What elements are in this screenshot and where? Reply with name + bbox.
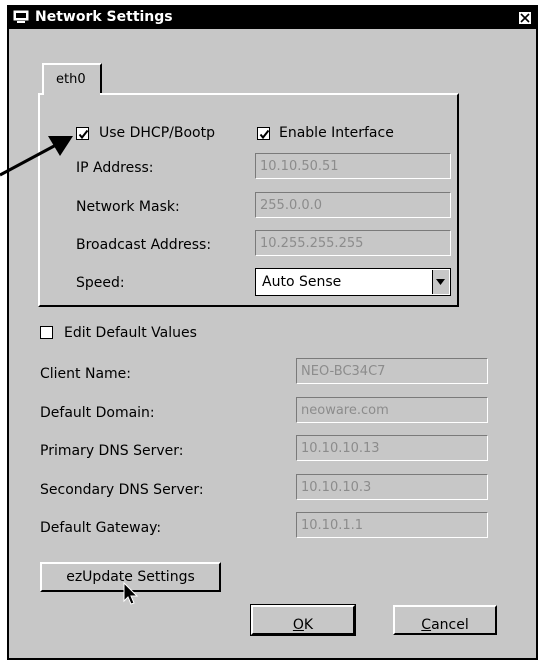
- enable-interface-label: Enable Interface: [279, 125, 394, 141]
- title-bar[interactable]: Network Settings: [9, 7, 536, 29]
- primary-dns-field[interactable]: 10.10.10.13: [296, 435, 488, 461]
- ok-button[interactable]: OK: [250, 604, 356, 636]
- tab-eth0[interactable]: eth0: [42, 63, 102, 95]
- checkmark-icon: [78, 129, 89, 140]
- secondary-dns-label: Secondary DNS Server:: [40, 482, 204, 498]
- checkmark-icon: [259, 129, 270, 140]
- ok-label: OK: [292, 617, 314, 633]
- close-icon: [520, 13, 530, 23]
- speed-selected-value: Auto Sense: [262, 274, 342, 290]
- use-dhcp-label: Use DHCP/Bootp: [99, 125, 215, 141]
- network-mask-label: Network Mask:: [76, 199, 180, 215]
- speed-label: Speed:: [76, 275, 125, 291]
- enable-interface-checkbox[interactable]: [257, 127, 270, 140]
- primary-dns-label: Primary DNS Server:: [40, 443, 184, 459]
- secondary-dns-field[interactable]: 10.10.10.3: [296, 474, 488, 500]
- broadcast-address-field[interactable]: 10.255.255.255: [255, 230, 451, 256]
- ip-address-label: IP Address:: [76, 160, 154, 176]
- window-title: Network Settings: [35, 9, 173, 25]
- network-mask-field[interactable]: 255.0.0.0: [255, 192, 451, 218]
- client-name-label: Client Name:: [40, 366, 131, 382]
- arrow-icon: [0, 136, 73, 177]
- monitor-icon: [13, 10, 29, 24]
- close-button[interactable]: [518, 11, 532, 25]
- client-name-field[interactable]: NEO-BC34C7: [296, 358, 488, 384]
- default-domain-label: Default Domain:: [40, 405, 155, 421]
- ip-address-field[interactable]: 10.10.50.51: [255, 153, 451, 179]
- edit-default-values-label: Edit Default Values: [64, 325, 197, 341]
- speed-dropdown-button[interactable]: [432, 270, 449, 294]
- chevron-down-icon: [436, 279, 445, 285]
- broadcast-address-label: Broadcast Address:: [76, 237, 212, 253]
- tab-label: eth0: [56, 72, 86, 87]
- use-dhcp-checkbox[interactable]: [76, 127, 89, 140]
- default-domain-field[interactable]: neoware.com: [296, 397, 488, 423]
- edit-default-values-checkbox[interactable]: [40, 326, 53, 339]
- cancel-button[interactable]: Cancel: [393, 605, 497, 635]
- default-gateway-field[interactable]: 10.10.1.1: [296, 512, 488, 538]
- cancel-label: Cancel: [421, 617, 469, 633]
- mouse-pointer-icon: [123, 582, 139, 605]
- default-gateway-label: Default Gateway:: [40, 520, 162, 536]
- speed-select[interactable]: Auto Sense: [255, 268, 451, 296]
